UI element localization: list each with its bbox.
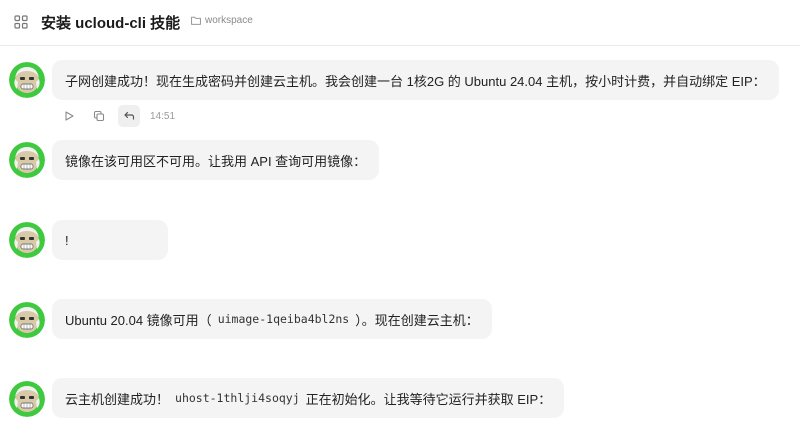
host-id-code: uhost-1thlji4soqyj: [175, 391, 300, 405]
page-title: 安装 ucloud-cli 技能: [41, 15, 181, 32]
timestamp: 14:51: [150, 110, 176, 122]
chat-header: 安装 ucloud-cli 技能 workspace: [0, 0, 800, 46]
message-text: Ubuntu 20.04 镜像可用（: [65, 312, 212, 328]
workspace-label: workspace: [205, 15, 253, 26]
reply-button[interactable]: [118, 105, 140, 127]
reply-icon: [124, 111, 135, 120]
avatar-icon: [9, 222, 45, 258]
avatar-icon: [9, 302, 45, 338]
message-bubble: Ubuntu 20.04 镜像可用（ uimage-1qeiba4bl2ns ）…: [52, 299, 492, 339]
image-id-code: uimage-1qeiba4bl2ns: [217, 312, 350, 326]
message-bubble: 镜像在该可用区不可用。让我用 API 查询可用镜像：: [52, 140, 380, 180]
message-bubble: 云主机创建成功！ uhost-1thlji4soqyj 正在初始化。让我等待它运…: [52, 378, 565, 418]
play-icon: [65, 111, 74, 121]
avatar: [9, 62, 45, 98]
avatar-icon: [9, 142, 45, 178]
play-button[interactable]: [58, 105, 80, 127]
avatar-icon: [9, 381, 45, 417]
avatar: [9, 381, 45, 417]
message-bubble: 子网创建成功！现在生成密码并创建云主机。我会创建一台 1核2G 的 Ubuntu…: [52, 60, 779, 100]
copy-icon: [93, 110, 105, 122]
grid-menu-icon[interactable]: [14, 15, 28, 29]
message-text: 正在初始化。让我等待它运行并获取 EIP：: [305, 391, 552, 407]
avatar: [9, 142, 45, 178]
avatar-icon: [9, 62, 45, 98]
message-text: 子网创建成功！现在生成密码并创建云主机。我会创建一台 1核2G 的 Ubuntu…: [65, 73, 766, 89]
folder-icon: [191, 16, 201, 25]
copy-button[interactable]: [88, 105, 110, 127]
message-text: ）。现在创建云主机：: [355, 312, 479, 328]
avatar: [9, 222, 45, 258]
message-actions: 14:51: [58, 105, 175, 127]
avatar: [9, 302, 45, 338]
message-text: 镜像在该可用区不可用。让我用 API 查询可用镜像：: [65, 153, 367, 169]
message-bubble: !: [52, 220, 168, 260]
message-text: 云主机创建成功！: [65, 391, 170, 407]
workspace-link[interactable]: workspace: [191, 15, 253, 26]
message-text: !: [65, 232, 69, 248]
